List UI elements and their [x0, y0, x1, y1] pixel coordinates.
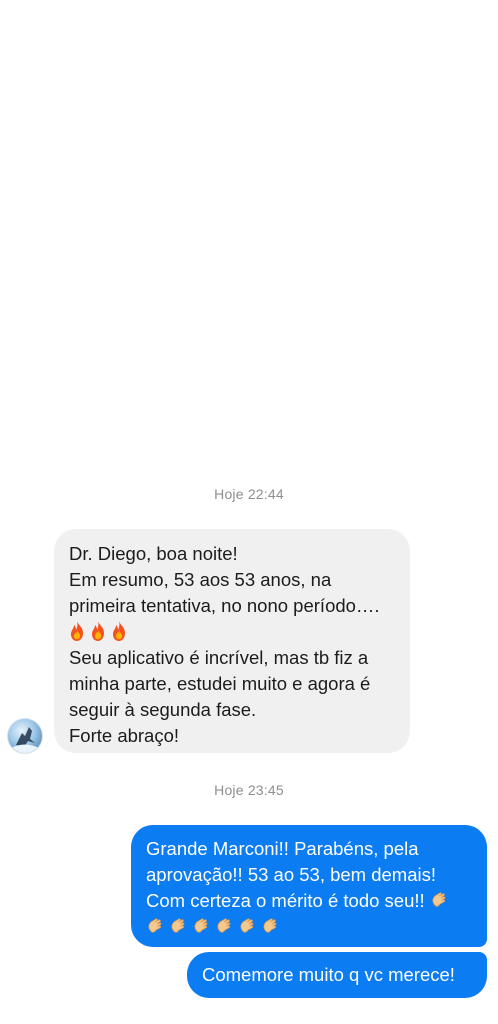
avatar-image-icon — [11, 727, 39, 753]
sender-avatar[interactable] — [7, 718, 43, 754]
message-line: Grande Marconi!! Parabéns, pela — [146, 838, 419, 859]
incoming-message-bubble[interactable]: Dr. Diego, boa noite! Em resumo, 53 aos … — [54, 529, 410, 753]
message-line: primeira tentativa, no nono período…. — [69, 595, 380, 616]
timestamp-second: Hoje 23:45 — [214, 782, 284, 798]
clapping-hands-icon — [146, 917, 165, 936]
message-line: seguir à segunda fase. — [69, 699, 257, 720]
timestamp-first: Hoje 22:44 — [214, 486, 284, 502]
clapping-hands-icon — [192, 917, 211, 936]
clapping-hands-icon — [430, 891, 449, 910]
clap-emoji-row — [146, 914, 475, 940]
fire-icon — [90, 621, 106, 641]
message-line: Forte abraço! — [69, 725, 180, 746]
fire-icon — [111, 621, 127, 641]
message-line: aprovação!! 53 ao 53, bem demais! — [146, 864, 437, 885]
message-line: Com certeza o mérito é todo seu!! — [146, 888, 475, 914]
outgoing-message-bubble[interactable]: Comemore muito q vc merece! — [187, 952, 487, 998]
clapping-hands-icon — [238, 917, 257, 936]
clapping-hands-icon — [261, 917, 280, 936]
message-line-text: Com certeza o mérito é todo seu!! — [146, 890, 425, 911]
message-line: Dr. Diego, boa noite! — [69, 543, 238, 564]
fire-emoji-row — [69, 619, 396, 645]
clapping-hands-icon — [215, 917, 234, 936]
fire-icon — [69, 621, 85, 641]
clapping-hands-icon — [169, 917, 188, 936]
outgoing-message-bubble[interactable]: Grande Marconi!! Parabéns, pela aprovaçã… — [131, 825, 487, 947]
message-line: minha parte, estudei muito e agora é — [69, 673, 371, 694]
message-line: Em resumo, 53 aos 53 anos, na — [69, 569, 332, 590]
message-line: Seu aplicativo é incrível, mas tb fiz a — [69, 647, 369, 668]
